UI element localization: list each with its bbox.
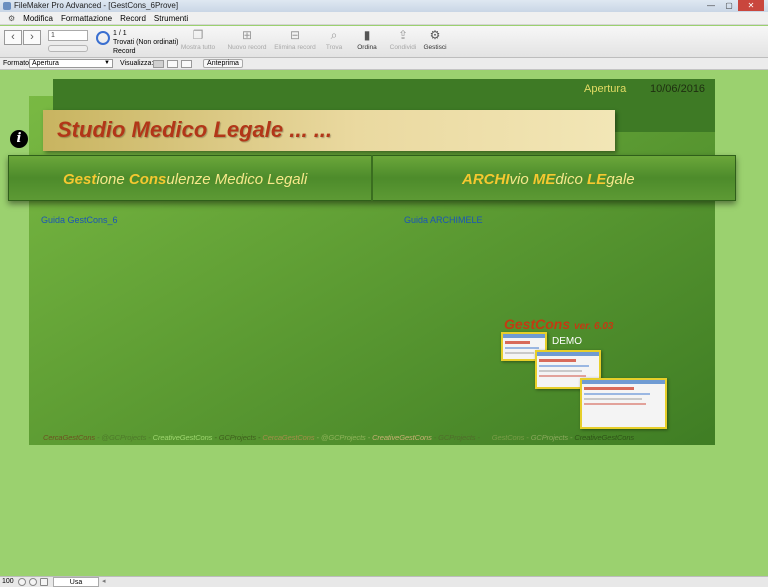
status-bar: 100 Usa ◂ [0,576,768,587]
footer-segment: - GCProjects - [212,433,263,442]
archimele-button-part: ME [532,171,556,188]
next-record-button[interactable]: › [23,30,41,45]
share-button[interactable]: ⇪ Condividi [387,28,419,56]
footer-segment: CercaGestCons [43,433,96,442]
new-record-icon: ⊞ [241,28,253,42]
close-button[interactable]: ✕ [738,0,764,11]
new-record-button[interactable]: ⊞ Nuovo record [226,28,268,56]
preview-button[interactable]: Anteprima [203,59,243,68]
gestcons-logo: GestCons ver. 6.03 [504,316,614,332]
footer-segment: CreativeGestCons [152,433,213,442]
found-status: Trovati (Non ordinati) [113,39,179,46]
gear-icon: ⚙ [429,28,441,42]
search-icon: ⌕ [330,28,338,42]
archimele-button-part: dico [555,171,588,188]
menubar: ⚙ Modifica Formattazione Record Strument… [0,12,768,25]
maximize-button[interactable]: ▢ [720,0,738,11]
zoom-in-icon[interactable] [29,578,37,586]
system-menu-icon[interactable]: ⚙ [4,12,19,24]
current-date: 10/06/2016 [650,83,706,95]
layout-select-value: Apertura [32,60,59,67]
find-label: Trova [325,44,343,51]
footer-segment: - GCProjects - [431,433,482,442]
find-button[interactable]: ⌕ Trova [322,28,346,56]
zoom-out-icon[interactable] [18,578,26,586]
gestcons-logo-text: GestCons [504,316,571,332]
footer-segment: CreativeGestCons [372,433,432,442]
archimele-button[interactable]: ARCHIvio MEdico LEgale [462,171,635,188]
manage-button[interactable]: ⚙ Gestisci [421,28,449,56]
current-record-field[interactable]: 1 [48,30,88,41]
footer-segment: CreativeGestCons [574,433,635,442]
menu-strumenti[interactable]: Strumenti [150,12,192,24]
guide-gestcons-link[interactable]: Guida GestCons_6 [41,215,118,225]
share-label: Condividi [389,44,417,51]
zoom-level[interactable]: 100 [2,577,14,587]
footer-credits: CercaGestCons - @GCProjects - CreativeGe… [43,433,703,442]
mode-popup[interactable]: Usa [53,577,99,587]
view-as-label: Visualizza: [120,60,154,67]
scroll-left-icon[interactable]: ◂ [102,577,106,587]
share-icon: ⇪ [397,28,409,42]
layout-format-label: Formato: [3,60,32,67]
delete-record-label: Elimina record [274,44,316,51]
layout-title: Apertura [584,83,627,95]
sort-label: Ordina [357,44,377,51]
gestcons-button-part: Gest [63,171,97,188]
view-table-button[interactable] [181,60,192,68]
record-label: Record [113,48,136,55]
status-toolbar: ‹ › 1 1 / 1 Trovati (Non ordinati) Recor… [0,26,768,58]
record-count: 1 / 1 [113,30,127,37]
module-buttons-divider [371,155,373,201]
archimele-button-part: ARCHI [462,171,510,188]
view-list-button[interactable] [167,60,178,68]
layout-select[interactable]: Apertura ▼ [29,59,113,68]
gestcons-version: ver. 6.03 [574,321,614,332]
gestcons-button[interactable]: Gestione Consulenze Medico Legali [63,171,307,188]
menu-record[interactable]: Record [116,12,150,24]
record-info: 1 / 1 Trovati (Non ordinati) Record [113,29,179,56]
screenshot-thumbnail[interactable] [580,378,667,429]
show-all-button[interactable]: ❐ Mostra tutto [178,28,218,56]
footer-segment: GCProjects - [530,433,575,442]
gestcons-button-part: ulenze Medico Legali [166,171,308,188]
archimele-button-part: gale [606,171,635,188]
view-form-button[interactable] [153,60,164,68]
new-record-label: Nuovo record [227,44,267,51]
footer-segment: - @GCProjects - [314,433,373,442]
gestcons-button-part: ione [96,171,129,188]
sort-icon: ▮ [363,28,371,42]
window-controls: — ▢ ✕ [702,0,764,11]
menu-modifica[interactable]: Modifica [19,12,57,24]
show-all-label: Mostra tutto [180,44,216,51]
manage-label: Gestisci [423,44,447,51]
chevron-down-icon: ▼ [104,60,110,66]
window-titlebar: FileMaker Pro Advanced - [GestCons_6Prov… [0,0,768,12]
layout-bar: Formato: Apertura ▼ Visualizza: Anteprim… [0,58,768,70]
show-all-icon: ❐ [192,28,204,42]
record-slider[interactable] [48,45,88,52]
gestcons-button-part: Cons [128,171,167,188]
toggle-toolbar-icon[interactable] [40,578,48,586]
menu-formattazione[interactable]: Formattazione [57,12,116,24]
archimele-button-part: vio [509,171,533,188]
guide-archimele-link[interactable]: Guida ARCHIMELE [404,215,483,225]
filemaker-app-icon [3,2,11,10]
footer-segment: GestCons - [481,433,531,442]
sort-button[interactable]: ▮ Ordina [355,28,379,56]
delete-record-button[interactable]: ⊟ Elimina record [272,28,318,56]
found-set-pie-icon [96,31,110,45]
previous-record-button[interactable]: ‹ [4,30,22,45]
footer-segment: CercaGestCons [262,433,315,442]
archimele-button-part: LE [587,171,607,188]
footer-segment: - @GCProjects - [95,433,153,442]
info-icon[interactable]: i [10,130,28,148]
demo-label: DEMO [552,336,582,347]
window-title: FileMaker Pro Advanced - [GestCons_6Prov… [14,1,179,10]
studio-title: Studio Medico Legale ... ... [57,117,333,142]
delete-record-icon: ⊟ [289,28,301,42]
minimize-button[interactable]: — [702,0,720,11]
